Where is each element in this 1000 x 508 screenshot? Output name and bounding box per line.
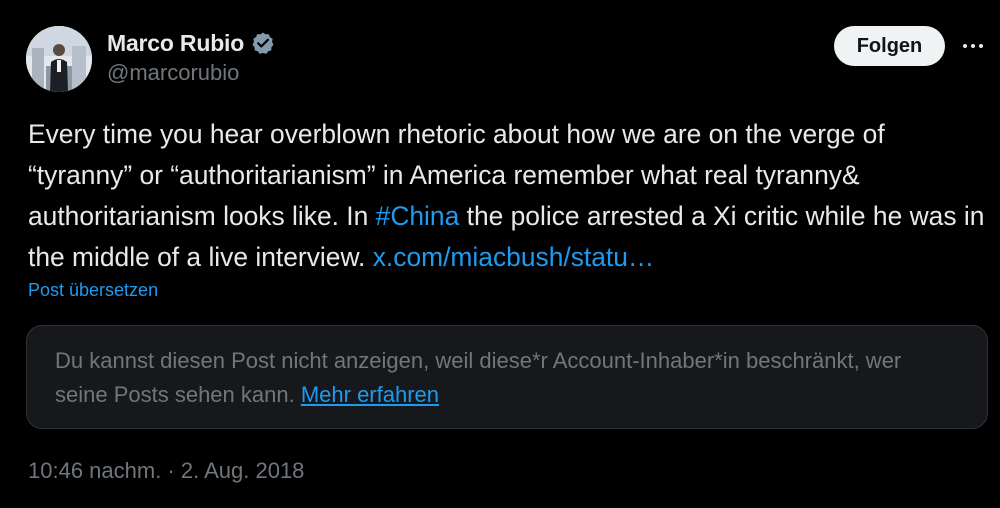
tweet-card: Marco Rubio @marcorubio Folgen Every tim…: [0, 0, 1000, 508]
quoted-post-notice: Du kannst diesen Post nicht anzeigen, we…: [55, 344, 935, 412]
author-name-row: Marco Rubio: [107, 28, 275, 58]
translate-post-link[interactable]: Post übersetzen: [28, 280, 158, 301]
verified-badge-icon: [251, 31, 275, 55]
author-handle[interactable]: @marcorubio: [107, 60, 239, 86]
learn-more-link[interactable]: Mehr erfahren: [301, 382, 439, 407]
more-dot: [963, 44, 967, 48]
profile-photo: [26, 26, 92, 92]
unavailable-message: Du kannst diesen Post nicht anzeigen, we…: [55, 348, 902, 407]
quoted-post-unavailable: Du kannst diesen Post nicht anzeigen, we…: [26, 325, 988, 429]
tweet-text: Every time you hear overblown rhetoric a…: [28, 114, 988, 278]
follow-button[interactable]: Folgen: [834, 26, 945, 66]
url-link[interactable]: x.com/miacbush/statu…: [373, 242, 655, 272]
author-display-name[interactable]: Marco Rubio: [107, 30, 244, 57]
hashtag-link[interactable]: #China: [376, 201, 460, 231]
more-dot: [979, 44, 983, 48]
post-timestamp[interactable]: 10:46 nachm. · 2. Aug. 2018: [28, 458, 304, 484]
more-options-icon[interactable]: [958, 36, 988, 56]
more-dot: [971, 44, 975, 48]
avatar[interactable]: [26, 26, 92, 92]
